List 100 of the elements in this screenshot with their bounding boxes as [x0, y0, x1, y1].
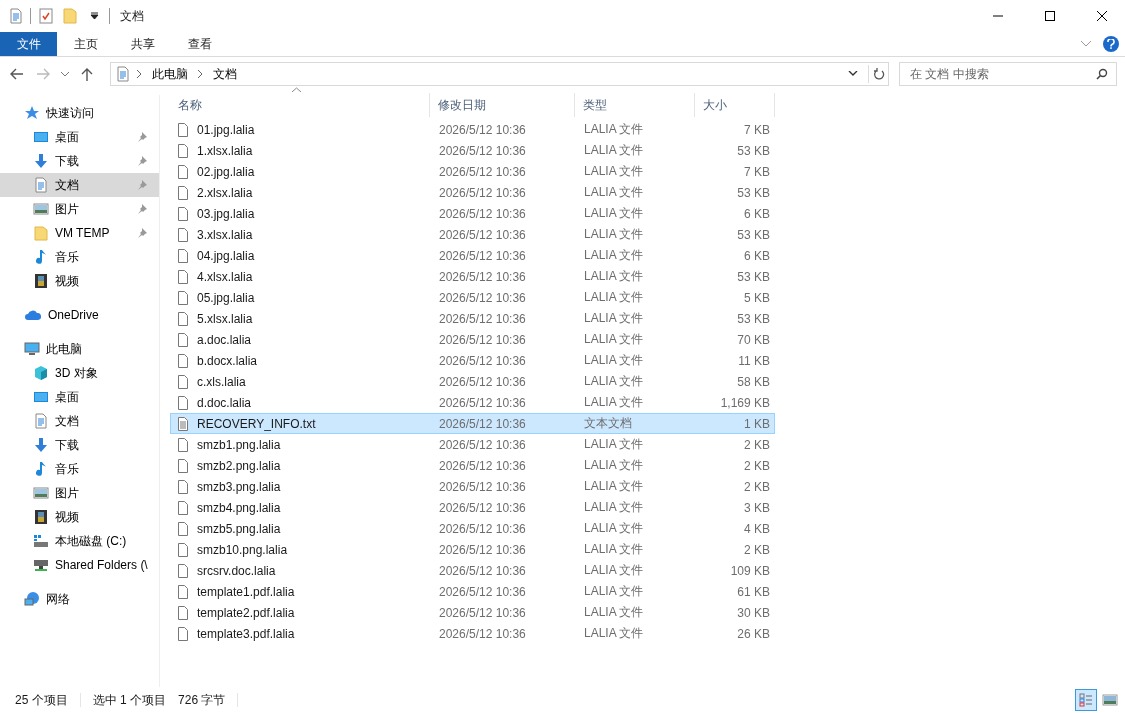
file-row[interactable]: RECOVERY_INFO.txt 2026/5/12 10:36 文本文档 1 KB	[170, 413, 775, 434]
file-row[interactable]: smzb1.png.lalia 2026/5/12 10:36 LALIA 文件 2 KB	[170, 434, 775, 455]
type-cell-text: LALIA 文件	[583, 394, 645, 411]
file-icon	[175, 520, 191, 537]
file-icon	[175, 310, 191, 327]
file-row[interactable]: 3.xlsx.lalia 2026/5/12 10:36 LALIA 文件 53 KB	[170, 224, 775, 245]
file-icon	[175, 478, 191, 495]
column-header[interactable]: 修改日期	[430, 93, 575, 117]
ribbon-tab[interactable]: 文件	[0, 32, 57, 56]
type-cell-text: LALIA 文件	[583, 352, 645, 369]
date-cell-text: 2026/5/12 10:36	[438, 626, 527, 641]
file-row[interactable]: b.docx.lalia 2026/5/12 10:36 LALIA 文件 11 KB	[170, 350, 775, 371]
nav-item[interactable]: 桌面	[0, 125, 159, 149]
properties-icon[interactable]	[37, 7, 55, 25]
date-cell-text: 2026/5/12 10:36	[438, 437, 527, 452]
file-icon	[175, 499, 191, 516]
nav-item[interactable]: 视频	[0, 269, 159, 293]
date-cell-text: 2026/5/12 10:36	[438, 311, 527, 326]
size-cell-text: 4 KB	[743, 521, 771, 536]
nav-item[interactable]: OneDrive	[0, 303, 159, 327]
file-row[interactable]: srcsrv.doc.lalia 2026/5/12 10:36 LALIA 文件 109 KB	[170, 560, 775, 581]
file-row[interactable]: a.doc.lalia 2026/5/12 10:36 LALIA 文件 70 KB	[170, 329, 775, 350]
type-cell-text: LALIA 文件	[583, 184, 645, 201]
file-name: template2.pdf.lalia	[197, 605, 295, 620]
file-row[interactable]: smzb3.png.lalia 2026/5/12 10:36 LALIA 文件 2 KB	[170, 476, 775, 497]
type-cell-text: LALIA 文件	[583, 436, 645, 453]
nav-item[interactable]: 图片	[0, 197, 159, 221]
item-count: 25 个项目	[15, 691, 68, 709]
breadcrumb[interactable]: 此电脑	[148, 65, 192, 83]
file-row[interactable]: 1.xlsx.lalia 2026/5/12 10:36 LALIA 文件 53 KB	[170, 140, 775, 161]
file-row[interactable]: template2.pdf.lalia 2026/5/12 10:36 LALIA 文件 30 KB	[170, 602, 775, 623]
ribbon-tab[interactable]: 查看	[171, 32, 228, 56]
file-row[interactable]: smzb2.png.lalia 2026/5/12 10:36 LALIA 文件 2 KB	[170, 455, 775, 476]
file-name: smzb2.png.lalia	[197, 458, 281, 473]
nav-item[interactable]: 文档	[0, 409, 159, 433]
nav-item[interactable]: 音乐	[0, 245, 159, 269]
file-row[interactable]: 05.jpg.lalia 2026/5/12 10:36 LALIA 文件 5 KB	[170, 287, 775, 308]
column-header[interactable]: 类型	[575, 93, 695, 117]
file-icon	[175, 121, 191, 138]
breadcrumb[interactable]: 文档	[209, 65, 241, 83]
file-row[interactable]: smzb5.png.lalia 2026/5/12 10:36 LALIA 文件 4 KB	[170, 518, 775, 539]
column-header[interactable]: 名称	[170, 93, 430, 117]
date-cell-text: 2026/5/12 10:36	[438, 584, 527, 599]
file-name: 04.jpg.lalia	[197, 248, 255, 263]
nav-item[interactable]: 文档	[0, 173, 159, 197]
file-row[interactable]: template1.pdf.lalia 2026/5/12 10:36 LALIA 文件 61 KB	[170, 581, 775, 602]
file-name: smzb1.png.lalia	[197, 437, 281, 452]
text-file-icon	[175, 415, 191, 432]
file-row[interactable]: 02.jpg.lalia 2026/5/12 10:36 LALIA 文件 7 KB	[170, 161, 775, 182]
file-row[interactable]: c.xls.lalia 2026/5/12 10:36 LALIA 文件 58 KB	[170, 371, 775, 392]
nav-item[interactable]: 下载	[0, 149, 159, 173]
file-row[interactable]: smzb4.png.lalia 2026/5/12 10:36 LALIA 文件 3 KB	[170, 497, 775, 518]
file-icon	[175, 268, 191, 285]
help-icon[interactable]	[1103, 36, 1119, 52]
date-cell-text: 2026/5/12 10:36	[438, 332, 527, 347]
type-cell-text: LALIA 文件	[583, 205, 645, 222]
nav-item[interactable]: 桌面	[0, 385, 159, 409]
download-arrow-icon	[33, 153, 49, 169]
download-arrow-icon	[33, 437, 49, 453]
file-row[interactable]: 4.xlsx.lalia 2026/5/12 10:36 LALIA 文件 53 KB	[170, 266, 775, 287]
close-icon[interactable]	[1097, 11, 1107, 21]
maximize-icon[interactable]	[1045, 11, 1055, 21]
type-cell-text: LALIA 文件	[583, 289, 645, 306]
ribbon-tab[interactable]: 主页	[57, 32, 114, 56]
nav-item[interactable]: 快速访问	[0, 101, 159, 125]
date-cell-text: 2026/5/12 10:36	[438, 605, 527, 620]
file-row[interactable]: smzb10.png.lalia 2026/5/12 10:36 LALIA 文件 2 KB	[170, 539, 775, 560]
nav-item[interactable]: 音乐	[0, 457, 159, 481]
file-row[interactable]: 2.xlsx.lalia 2026/5/12 10:36 LALIA 文件 53 KB	[170, 182, 775, 203]
column-header[interactable]: 大小	[695, 93, 775, 117]
ribbon-tab[interactable]: 共享	[114, 32, 171, 56]
nav-item[interactable]: 网络	[0, 587, 159, 611]
file-row[interactable]: 03.jpg.lalia 2026/5/12 10:36 LALIA 文件 6 KB	[170, 203, 775, 224]
desktop-icon	[33, 389, 49, 405]
type-cell-text: LALIA 文件	[583, 247, 645, 264]
desktop-icon	[33, 129, 49, 145]
window-title: 文档	[120, 7, 144, 25]
nav-item[interactable]: 视频	[0, 505, 159, 529]
file-row[interactable]: 5.xlsx.lalia 2026/5/12 10:36 LALIA 文件 53 KB	[170, 308, 775, 329]
file-icon	[175, 394, 191, 411]
type-cell-text: LALIA 文件	[583, 478, 645, 495]
file-name: smzb5.png.lalia	[197, 521, 281, 536]
music-note-icon	[33, 461, 49, 477]
file-row[interactable]: 01.jpg.lalia 2026/5/12 10:36 LALIA 文件 7 KB	[170, 119, 775, 140]
nav-item[interactable]: 此电脑	[0, 337, 159, 361]
file-row[interactable]: 04.jpg.lalia 2026/5/12 10:36 LALIA 文件 6 KB	[170, 245, 775, 266]
nav-item[interactable]: 本地磁盘 (C:)	[0, 529, 159, 553]
document-icon	[33, 413, 49, 429]
nav-item[interactable]: 下载	[0, 433, 159, 457]
file-row[interactable]: d.doc.lalia 2026/5/12 10:36 LALIA 文件 1,169 KB	[170, 392, 775, 413]
file-row[interactable]: template3.pdf.lalia 2026/5/12 10:36 LALIA 文件 26 KB	[170, 623, 775, 644]
drive-icon	[33, 533, 49, 549]
nav-item[interactable]: 图片	[0, 481, 159, 505]
nav-item[interactable]: 3D 对象	[0, 361, 159, 385]
file-name: c.xls.lalia	[197, 374, 246, 389]
file-name: 1.xlsx.lalia	[197, 143, 253, 158]
nav-item[interactable]: VM TEMP	[0, 221, 159, 245]
search-box[interactable]: 在 文档 中搜索	[899, 62, 1117, 86]
nav-item[interactable]: Shared Folders (\	[0, 553, 159, 577]
date-cell-text: 2026/5/12 10:36	[438, 248, 527, 263]
